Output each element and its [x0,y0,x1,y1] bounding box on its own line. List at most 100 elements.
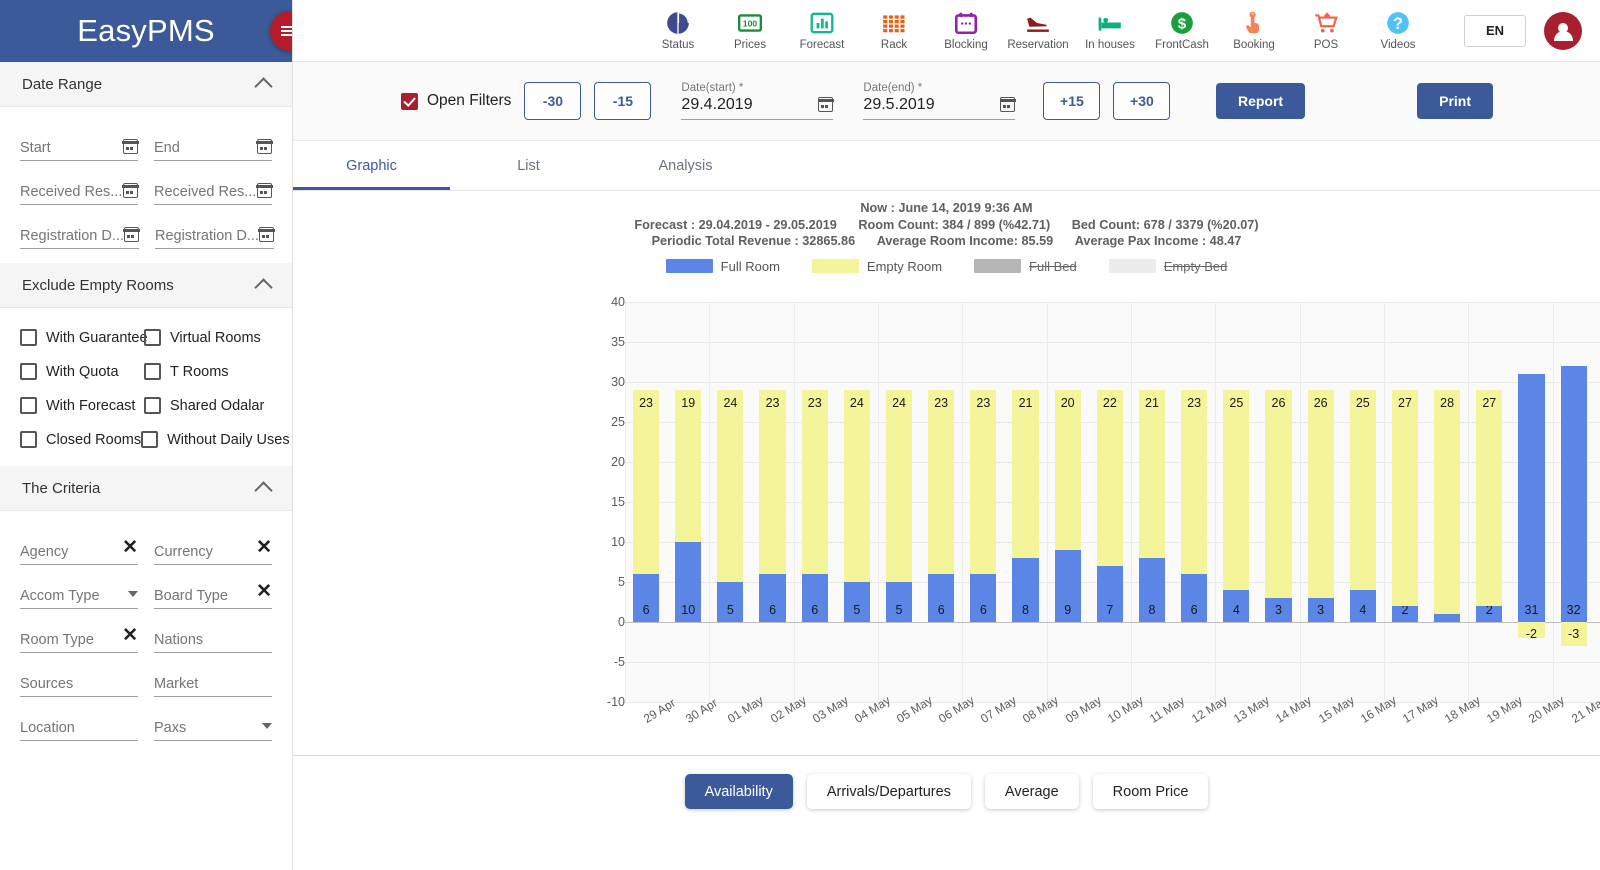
bar-group[interactable]: 623 [928,284,954,822]
paxs-field[interactable]: Paxs [154,711,272,741]
checkbox-box[interactable] [20,397,37,414]
agency-field[interactable]: Agency ✕ [20,535,138,565]
market-field[interactable]: Market [154,667,272,697]
date-start-input[interactable]: 29.4.2019 [681,96,818,114]
checkbox-virtual-rooms[interactable]: Virtual Rooms [144,329,261,346]
checkbox-box[interactable] [144,363,161,380]
nav-item-status[interactable]: Status [642,10,714,51]
received-res-end-field[interactable]: Received Res... [154,175,272,205]
calendar-icon[interactable] [1000,97,1015,112]
checkbox-box[interactable] [20,431,37,448]
bar-group[interactable]: 326 [1265,284,1291,822]
user-avatar-icon[interactable] [1544,12,1582,50]
checkbox-with-guarantee[interactable]: With Guarantee [20,329,144,346]
bar-group[interactable]: 920 [1055,284,1081,822]
sidebar-section-date-range[interactable]: Date Range [0,62,292,107]
bar-group[interactable]: 623 [802,284,828,822]
tab-analysis[interactable]: Analysis [607,141,764,190]
calendar-icon[interactable] [124,227,139,242]
bar-group[interactable]: 425 [1223,284,1249,822]
bar-group[interactable]: 326 [1308,284,1334,822]
accom-type-field[interactable]: Accom Type [20,579,138,609]
calendar-icon[interactable] [259,227,274,242]
sidebar-section-exclude-empty-rooms[interactable]: Exclude Empty Rooms [0,263,292,308]
clear-x-icon[interactable]: ✕ [122,626,138,645]
board-type-field[interactable]: Board Type ✕ [154,579,272,609]
clear-x-icon[interactable]: ✕ [256,538,272,557]
nav-item-pos[interactable]: POS [1290,10,1362,51]
nav-item-rack[interactable]: Rack [858,10,930,51]
calendar-icon[interactable] [818,97,833,112]
nav-item-blocking[interactable]: Blocking [930,10,1002,51]
end-date-field[interactable]: End [154,131,272,161]
availability-button[interactable]: Availability [685,774,793,809]
tab-list[interactable]: List [450,141,607,190]
bar-group[interactable]: 722 [1097,284,1123,822]
registration-end-field[interactable]: Registration D... [155,219,274,249]
nav-item-reservation[interactable]: Reservation [1002,10,1074,51]
checkbox-closed-rooms[interactable]: Closed Rooms [20,431,141,448]
nations-field[interactable]: Nations [154,623,272,653]
chevron-up-icon[interactable] [254,77,272,95]
tab-graphic[interactable]: Graphic [293,141,450,190]
bar-group[interactable]: 821 [1139,284,1165,822]
bar-group[interactable]: 227 [1392,284,1418,822]
hamburger-icon[interactable] [270,11,293,51]
bar-group[interactable]: 821 [1012,284,1038,822]
checkbox-box[interactable] [141,431,158,448]
sidebar-section-the-criteria[interactable]: The Criteria [0,466,292,511]
checkbox-box[interactable] [20,329,37,346]
print-button[interactable]: Print [1417,83,1493,119]
calendar-icon[interactable] [257,139,272,154]
checkbox-without-daily-uses[interactable]: Without Daily Uses [141,431,289,448]
average-button[interactable]: Average [985,774,1079,809]
nav-item-in-houses[interactable]: In houses [1074,10,1146,51]
received-res-start-field[interactable]: Received Res... [20,175,138,205]
legend-item-empty-bed[interactable]: Empty Bed [1109,259,1228,274]
bar-group[interactable]: 623 [759,284,785,822]
registration-start-field[interactable]: Registration D... [20,219,139,249]
checkbox-box[interactable] [144,329,161,346]
bar-group[interactable]: 623 [1181,284,1207,822]
room-type-field[interactable]: Room Type ✕ [20,623,138,653]
legend-item-full-room[interactable]: Full Room [666,259,780,274]
chevron-down-icon[interactable] [128,591,138,597]
bar-group[interactable]: 32-3 [1561,284,1587,822]
bar-group[interactable]: 524 [717,284,743,822]
checkbox-box-checked[interactable] [401,93,418,110]
bar-group[interactable]: 128 [1434,284,1460,822]
bar-group[interactable]: 623 [633,284,659,822]
calendar-icon[interactable] [123,183,138,198]
legend-item-full-bed[interactable]: Full Bed [974,259,1077,274]
nav-item-frontcash[interactable]: $FrontCash [1146,10,1218,51]
room-price-button[interactable]: Room Price [1093,774,1209,809]
calendar-icon[interactable] [123,139,138,154]
date-end-input[interactable]: 29.5.2019 [863,96,1000,114]
nav-item-forecast[interactable]: Forecast [786,10,858,51]
minus-30-button[interactable]: -30 [524,82,581,120]
plus-30-button[interactable]: +30 [1113,82,1170,120]
checkbox-box[interactable] [20,363,37,380]
checkbox-box[interactable] [144,397,161,414]
bar-group[interactable]: 524 [844,284,870,822]
language-button[interactable]: EN [1464,15,1526,47]
bar-group[interactable]: 524 [886,284,912,822]
chevron-up-icon[interactable] [254,481,272,499]
chevron-up-icon[interactable] [254,278,272,296]
currency-field[interactable]: Currency ✕ [154,535,272,565]
bar-group[interactable]: 31-2 [1518,284,1544,822]
arrivals-departures-button[interactable]: Arrivals/Departures [807,774,971,809]
clear-x-icon[interactable]: ✕ [256,582,272,601]
chevron-down-icon[interactable] [262,723,272,729]
minus-15-button[interactable]: -15 [594,82,651,120]
sources-field[interactable]: Sources [20,667,138,697]
bar-group[interactable]: 623 [970,284,996,822]
checkbox-shared-odalar[interactable]: Shared Odalar [144,397,264,414]
nav-item-prices[interactable]: 100Prices [714,10,786,51]
clear-x-icon[interactable]: ✕ [122,538,138,557]
bar-group[interactable]: 227 [1476,284,1502,822]
calendar-icon[interactable] [257,183,272,198]
bar-group[interactable]: 425 [1350,284,1376,822]
checkbox-with-forecast[interactable]: With Forecast [20,397,144,414]
plus-15-button[interactable]: +15 [1043,82,1100,120]
